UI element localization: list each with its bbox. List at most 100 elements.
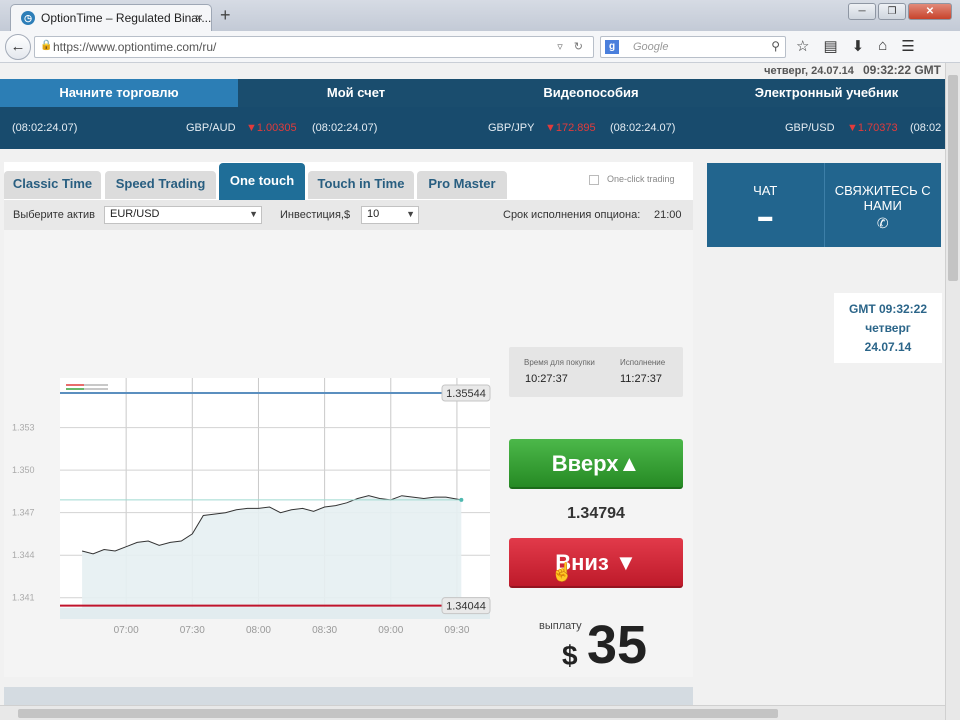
chat-bubble-icon: ▬ <box>758 208 773 224</box>
ticker-time: (08:02:24.07) <box>610 122 676 134</box>
back-button[interactable]: ← <box>5 34 31 60</box>
horizontal-scroll-thumb[interactable] <box>18 709 778 718</box>
current-price: 1.34794 <box>567 505 625 522</box>
lower-barrier-label: 1.34044 <box>446 601 486 613</box>
toolbar-icons: ☆ ▤ ⬇ ⌂ ☰ <box>796 37 915 55</box>
new-tab-button[interactable]: + <box>220 5 231 26</box>
site-favicon-icon: ◷ <box>21 11 35 25</box>
minimize-button[interactable]: ─ <box>848 3 876 20</box>
site-viewport: четверг, 24.07.14 09:32:22 GMT Начните т… <box>0 63 945 705</box>
tab-classic-time[interactable]: Classic Time <box>4 171 101 199</box>
window-controls: ─ ❐ ✕ <box>848 3 952 20</box>
one-click-label: One-click trading <box>607 174 675 184</box>
investment-value: 10 <box>367 208 380 220</box>
browser-navbar: ← 🔒 https://www.optiontime.com/ru/ ▿ ↻ g… <box>0 31 960 63</box>
ticker-time: (08:02:24.07) <box>312 122 378 134</box>
ticker-pair: GBP/JPY <box>488 122 535 134</box>
ticker-time: (08:02 <box>910 122 942 134</box>
ticker-change: ▼172.895 <box>545 122 596 134</box>
address-bar[interactable]: 🔒 https://www.optiontime.com/ru/ ▿ ↻ <box>34 36 594 58</box>
browser-tab-strip: ◷ OptionTime – Regulated Binar... × + ─ … <box>0 0 960 31</box>
phone-icon: ✆ <box>876 215 889 231</box>
tab-touch-in-time[interactable]: Touch in Time <box>308 171 414 199</box>
chat-button[interactable]: ЧАТ ▬ <box>707 163 824 247</box>
bookmarks-list-icon[interactable]: ▤ <box>823 37 837 55</box>
search-bar[interactable]: g Google ⚲ <box>600 36 786 58</box>
google-icon[interactable]: g <box>605 40 619 54</box>
hand-cursor-icon: ☝ <box>551 562 574 582</box>
payout-currency: $ <box>562 640 578 671</box>
option-settings-bar: Выберите актив EUR/USD ▼ Инвестиция,$ 10… <box>4 200 693 230</box>
header-datetime: четверг, 24.07.14 09:32:22 GMT <box>764 63 941 77</box>
x-tick-label: 07:30 <box>180 625 205 636</box>
price-ticker: (08:02:24.07) GBP/AUD ▼1.00305 (08:02:24… <box>0 107 945 149</box>
vertical-scrollbar[interactable] <box>945 63 960 720</box>
bottom-panel-bar <box>4 687 693 705</box>
nav-video-tutorials[interactable]: Видеопособия <box>474 79 708 107</box>
site-top-strip: четверг, 24.07.14 09:32:22 GMT <box>0 63 945 79</box>
tab-pro-master[interactable]: Pro Master <box>417 171 507 199</box>
x-tick-label: 09:30 <box>444 625 469 636</box>
lock-icon: 🔒 <box>40 40 53 51</box>
browser-tab[interactable]: ◷ OptionTime – Regulated Binar... × <box>10 4 212 31</box>
execution-time: 11:27:37 <box>620 373 663 385</box>
nav-start-trading[interactable]: Начните торговлю <box>0 79 238 107</box>
call-up-button[interactable]: Вверх▲ <box>509 439 683 489</box>
y-tick-label: 1.353 <box>12 423 35 433</box>
trading-panel: Classic Time Speed Trading One touch Tou… <box>4 162 693 677</box>
trade-timing-box: Время для покупки 10:27:37 Исполнение 11… <box>509 347 683 397</box>
put-down-button[interactable]: Вниз ▼ <box>509 538 683 588</box>
main-nav: Начните торговлю Мой счет Видеопособия Э… <box>0 79 945 107</box>
header-time: 09:32:22 GMT <box>862 63 941 77</box>
purchase-time-label: Время для покупки <box>524 358 595 367</box>
chart-area: 07:00 07:30 08:00 08:30 09:00 09:30 1.353 1.350… <box>4 230 693 677</box>
ticker-change: ▼1.00305 <box>246 122 297 134</box>
price-chart: 07:00 07:30 08:00 08:30 09:00 09:30 1.353 1.350… <box>12 378 491 636</box>
contact-us-button[interactable]: СВЯЖИТЕСЬ С НАМИ ✆ <box>823 163 942 247</box>
payout-label: выплату <box>539 620 582 632</box>
reload-icon[interactable]: ▿ ↻ <box>557 40 587 53</box>
gmt-day: четверг <box>865 321 911 335</box>
close-window-button[interactable]: ✕ <box>908 3 952 20</box>
ticker-change: ▼1.70373 <box>847 122 898 134</box>
x-tick-label: 07:00 <box>114 625 139 636</box>
maximize-button[interactable]: ❐ <box>878 3 906 20</box>
y-tick-label: 1.341 <box>12 593 35 603</box>
asset-value: EUR/USD <box>110 208 160 220</box>
one-click-trading[interactable]: One-click trading <box>589 174 675 185</box>
download-icon[interactable]: ⬇ <box>852 37 865 55</box>
close-tab-icon[interactable]: × <box>195 10 203 25</box>
current-price-dot <box>459 497 464 502</box>
tab-title: OptionTime – Regulated Binar... <box>41 11 212 25</box>
payout-amount: 35 <box>587 615 648 675</box>
investment-label: Инвестиция,$ <box>280 209 351 221</box>
asset-select[interactable]: EUR/USD ▼ <box>104 206 262 224</box>
home-icon[interactable]: ⌂ <box>878 37 887 55</box>
search-icon[interactable]: ⚲ <box>771 39 780 53</box>
vertical-scroll-thumb[interactable] <box>948 75 958 281</box>
chevron-down-icon: ▼ <box>406 209 415 219</box>
one-click-checkbox[interactable] <box>589 174 599 185</box>
chat-label: ЧАТ <box>753 183 778 198</box>
x-tick-label: 09:00 <box>378 625 403 636</box>
gmt-date: 24.07.14 <box>864 340 912 354</box>
tab-speed-trading[interactable]: Speed Trading <box>105 171 216 199</box>
header-date: четверг, 24.07.14 <box>764 65 854 77</box>
nav-my-account[interactable]: Мой счет <box>238 79 474 107</box>
tab-one-touch[interactable]: One touch <box>219 163 305 200</box>
url-text: https://www.optiontime.com/ru/ <box>53 40 217 54</box>
investment-select[interactable]: 10 ▼ <box>361 206 419 224</box>
nav-e-book[interactable]: Электронный учебник <box>708 79 945 107</box>
gmt-clock: GMT 09:32:22 четверг 24.07.14 <box>834 293 942 363</box>
expiry-label: Срок исполнения опциона: <box>503 209 641 221</box>
asset-label: Выберите актив <box>13 209 95 221</box>
horizontal-scrollbar[interactable] <box>0 705 945 720</box>
purchase-time: 10:27:37 <box>525 373 568 385</box>
gmt-time: GMT 09:32:22 <box>848 302 928 316</box>
lower-barrier-zone <box>60 607 490 619</box>
upper-barrier-label: 1.35544 <box>446 388 486 400</box>
execution-label: Исполнение <box>620 358 666 367</box>
menu-icon[interactable]: ☰ <box>901 37 914 55</box>
bookmark-star-icon[interactable]: ☆ <box>796 37 809 55</box>
option-type-tabs: Classic Time Speed Trading One touch Tou… <box>4 162 693 200</box>
